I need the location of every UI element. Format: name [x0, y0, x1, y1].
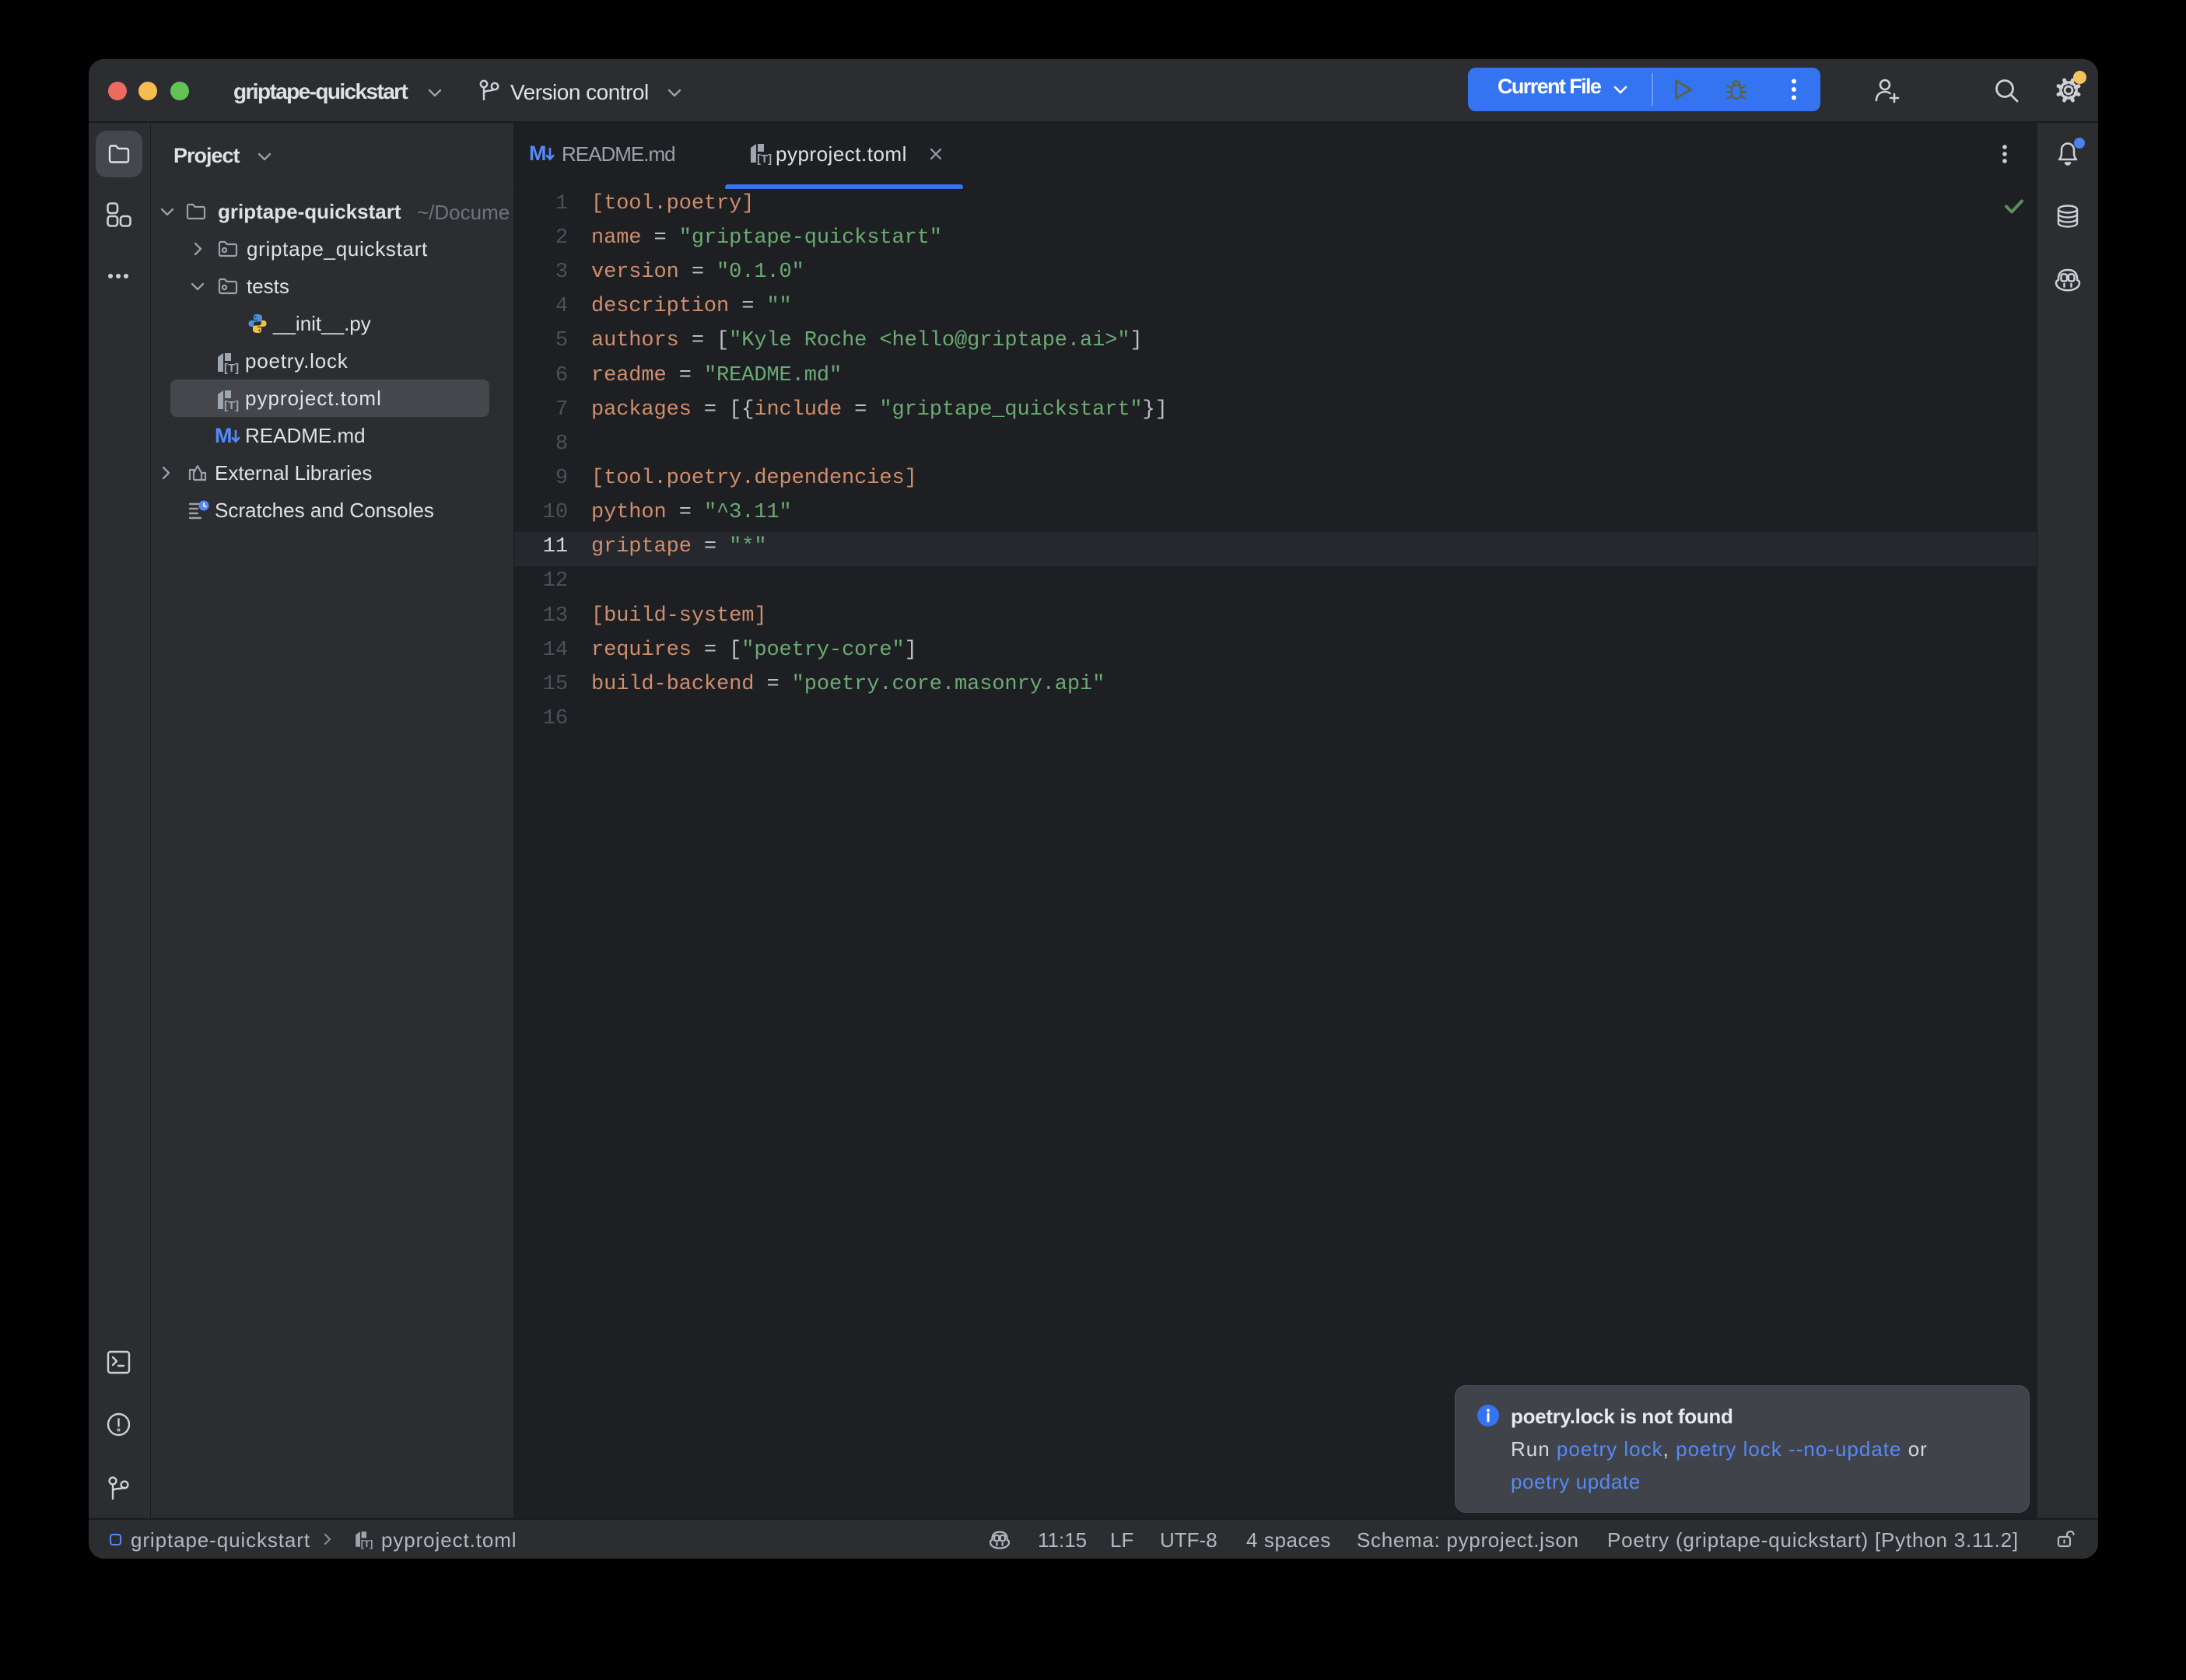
svg-text:[T]: [T] — [757, 152, 772, 166]
svg-text:[T]: [T] — [224, 362, 239, 375]
svg-text:[T]: [T] — [224, 399, 239, 412]
svg-text:[T]: [T] — [361, 1538, 373, 1549]
